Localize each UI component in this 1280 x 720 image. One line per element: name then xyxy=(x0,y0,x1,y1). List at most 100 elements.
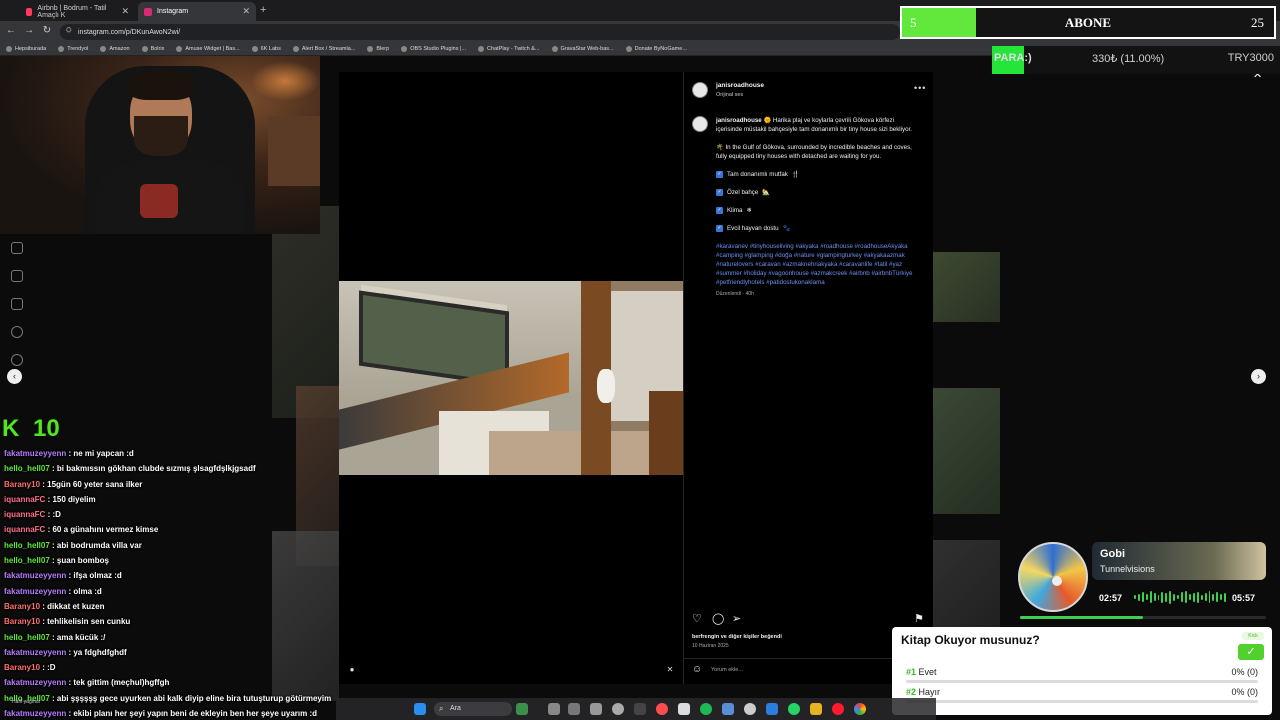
save-icon[interactable]: ⚑ xyxy=(914,613,924,625)
chat-username: fakatmuzeyyenn xyxy=(4,647,67,657)
chat-message: hello_hell07 : ama kücük :/ xyxy=(4,630,334,645)
chat-message: fakatmuzeyyenn : tek gittim (meçhul)hgff… xyxy=(4,675,334,690)
palm-emoji-icon: 🌴 xyxy=(716,144,724,151)
opera-icon[interactable] xyxy=(832,703,844,715)
chat-username: hello_hell07 xyxy=(4,540,50,550)
bookmark-label: OBS Studio Plugins |... xyxy=(410,46,467,52)
reload-icon[interactable]: ↻ xyxy=(40,25,54,36)
close-tab-icon[interactable]: ✕ xyxy=(242,6,250,17)
next-post-arrow-icon[interactable]: › xyxy=(1251,369,1266,384)
explore-icon[interactable] xyxy=(11,354,23,366)
caption-avatar[interactable] xyxy=(692,116,708,132)
airbnb-favicon-icon xyxy=(26,7,33,16)
post-video[interactable] xyxy=(339,281,683,475)
chat-username: iquannaFC xyxy=(4,510,46,520)
app-icon[interactable] xyxy=(634,703,646,715)
forward-icon[interactable]: → xyxy=(22,25,36,36)
app-icon[interactable] xyxy=(656,703,668,715)
back-icon[interactable]: ← xyxy=(4,25,18,36)
site-info-icon[interactable]: ⛭ xyxy=(66,27,72,35)
tab-title: Airbnb | Bodrum - Tatil Amaçlı K xyxy=(37,4,107,19)
emoji-icon[interactable]: ☺ xyxy=(692,664,702,676)
share-icon[interactable]: ➢ xyxy=(732,613,741,625)
comment-icon[interactable]: ◯ xyxy=(712,613,724,625)
widgets-icon[interactable] xyxy=(516,703,528,715)
app-icon[interactable] xyxy=(722,703,734,715)
author-username[interactable]: janisroadhouse xyxy=(716,82,764,89)
address-bar[interactable]: ⛭ instagram.com/p/DKunAwoN2wi/ xyxy=(60,24,900,40)
previous-post-arrow-icon[interactable]: ‹ xyxy=(7,369,22,384)
edited-timestamp: Düzenlendi · 40h xyxy=(716,291,754,297)
waveform-bar xyxy=(1208,591,1211,603)
chat-username: Barany10 xyxy=(4,617,41,627)
chrome-icon[interactable] xyxy=(854,703,866,715)
bookmark-item[interactable]: Alert Box / Streamla... xyxy=(292,46,355,52)
track-total: 05:57 xyxy=(1232,593,1256,603)
feature-item: ✓ Tam donanımlı mutfak 🍴 xyxy=(716,170,916,179)
bookmark-item[interactable]: Hepsiburada xyxy=(6,46,46,52)
app-icon[interactable] xyxy=(590,703,602,715)
tab-instagram[interactable]: Instagram ✕ xyxy=(138,2,256,21)
whatsapp-icon[interactable] xyxy=(788,703,800,715)
bookmark-favicon-icon xyxy=(292,46,299,52)
bookmark-item[interactable]: Blerp xyxy=(367,46,389,52)
start-menu-icon[interactable] xyxy=(414,703,426,715)
mute-icon[interactable]: ✕ xyxy=(665,665,675,675)
audio-label[interactable]: Orijinal ses xyxy=(716,92,743,98)
checkbox-icon: ✓ xyxy=(716,207,723,214)
task-view-icon[interactable] xyxy=(548,703,560,715)
spotify-icon[interactable] xyxy=(700,703,712,715)
poll-option: #2 Hayır 0% (0) xyxy=(906,687,1258,697)
comment-input[interactable]: Yorum ekle... xyxy=(711,667,743,673)
bookmark-item[interactable]: Amuse Widget | Bas... xyxy=(176,46,240,52)
waveform-bar xyxy=(1153,593,1156,601)
feature-label: Klima xyxy=(727,207,743,214)
chatgpt-icon[interactable] xyxy=(744,703,756,715)
bookmark-item[interactable]: Bolrix xyxy=(141,46,164,52)
bookmark-item[interactable]: ChatPlay - Twitch &... xyxy=(478,46,540,52)
chat-text: ya fdghdfghdf xyxy=(73,647,127,657)
tagged-user-icon[interactable]: ● xyxy=(347,665,357,675)
ticker-label: PARA:) xyxy=(994,52,1032,64)
close-tab-icon[interactable]: ✕ xyxy=(121,6,129,17)
search-icon[interactable] xyxy=(11,326,23,338)
kick-viewer-counter: K 10 xyxy=(0,413,80,443)
chat-separator: : xyxy=(49,540,57,550)
bookmark-item[interactable]: OBS Studio Plugins |... xyxy=(401,46,466,52)
bookmark-item[interactable]: GravaStar Web-bas... xyxy=(551,46,614,52)
waveform-bar xyxy=(1216,592,1219,602)
more-options-icon[interactable]: ••• xyxy=(914,83,926,93)
bookmark-item[interactable]: Donate ByNoGame... xyxy=(625,46,687,52)
now-playing-widget: Gobi Tunnelvisions 02:57 05:57 xyxy=(1016,540,1268,622)
likes-text[interactable]: berfrengin ve diğer kişiler beğendi xyxy=(692,634,782,640)
chat-separator: : xyxy=(49,632,57,642)
waveform-bar xyxy=(1137,593,1140,601)
home-icon[interactable] xyxy=(11,242,23,254)
bookmark-label: Blerp xyxy=(376,46,390,52)
bookmark-favicon-icon xyxy=(141,46,148,52)
folder-icon[interactable] xyxy=(810,703,822,715)
bookmark-item[interactable]: Amazon xyxy=(100,46,130,52)
taskbar-search[interactable]: ⌕ Ara xyxy=(434,702,512,716)
app-icon[interactable] xyxy=(678,703,690,715)
obs-icon[interactable] xyxy=(612,703,624,715)
hashtags[interactable]: #karavanev #tinyhouseliving #akyaka #roa… xyxy=(716,242,916,287)
mail-icon[interactable] xyxy=(766,703,778,715)
video-toilet xyxy=(597,369,615,403)
new-tab-button[interactable]: + xyxy=(260,4,266,16)
tab-airbnb[interactable]: Airbnb | Bodrum - Tatil Amaçlı K ✕ xyxy=(20,2,135,21)
reels-icon[interactable] xyxy=(11,270,23,282)
background-post-thumbnail xyxy=(933,252,1000,322)
chat-text: ne mi yapcan :d xyxy=(73,449,134,458)
like-icon[interactable]: ♡ xyxy=(692,613,702,625)
bookmark-label: Donate ByNoGame... xyxy=(634,46,687,52)
bookmark-item[interactable]: 6K Labs xyxy=(251,46,281,52)
bookmark-favicon-icon xyxy=(100,46,107,52)
messages-icon[interactable] xyxy=(11,298,23,310)
caption-username[interactable]: janisroadhouse xyxy=(716,117,762,124)
author-avatar[interactable] xyxy=(692,82,708,98)
bookmark-item[interactable]: Trendyol xyxy=(58,46,88,52)
chat-overlay: fakatmuzeyyenn : ne mi yapcan :d hello_he… xyxy=(4,446,334,720)
explorer-icon[interactable] xyxy=(568,703,580,715)
chat-text: 15gün 60 yeter sana ilker xyxy=(47,479,143,489)
